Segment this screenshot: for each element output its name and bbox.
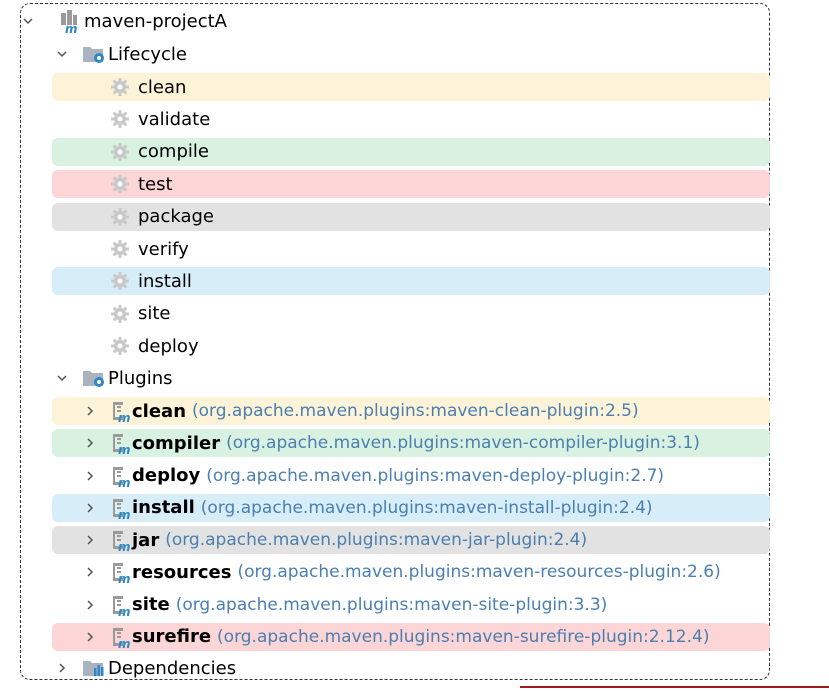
plugins-label: Plugins (108, 367, 173, 389)
lifecycle-item-test[interactable]: test (0, 168, 770, 200)
chevron-right-icon[interactable] (82, 556, 98, 588)
root-label: maven-projectA (84, 10, 227, 32)
lifecycle-item-label: deploy (138, 335, 199, 357)
lifecycle-item-label: compile (138, 141, 209, 163)
divider-line (520, 686, 829, 688)
chevron-down-icon[interactable] (54, 362, 70, 394)
chevron-right-icon[interactable] (82, 589, 98, 621)
lifecycle-item-validate[interactable]: validate (0, 103, 770, 135)
chevron-right-icon[interactable] (82, 427, 98, 459)
plugin-coordinates: (org.apache.maven.plugins:maven-resource… (237, 562, 721, 583)
plugin-name: site (132, 594, 170, 615)
plugin-item-surefire[interactable]: surefire (org.apache.maven.plugins:maven-… (0, 621, 770, 653)
tree-node-root[interactable]: maven-projectA (0, 5, 770, 37)
lifecycle-item-label: install (138, 270, 192, 292)
plugin-coordinates: (org.apache.maven.plugins:maven-deploy-p… (206, 465, 665, 486)
plugin-name: jar (132, 529, 160, 551)
plugin-item-site[interactable]: site (org.apache.maven.plugins:maven-site… (0, 589, 770, 621)
plugin-item-jar[interactable]: jar (org.apache.maven.plugins:maven-jar-p… (0, 524, 770, 556)
chevron-right-icon[interactable] (82, 524, 98, 556)
gear-icon (110, 336, 130, 356)
plugin-name: clean (132, 400, 187, 422)
plugin-item-install[interactable]: install (org.apache.maven.plugins:maven-i… (0, 492, 770, 524)
plugin-coordinates: (org.apache.maven.plugins:maven-compiler… (226, 433, 700, 454)
chevron-down-icon[interactable] (54, 38, 70, 70)
gear-icon (110, 239, 130, 259)
chevron-right-icon[interactable] (82, 395, 98, 427)
tree-node-plugins[interactable]: Plugins (0, 362, 770, 394)
lifecycle-item-label: package (138, 206, 214, 228)
lifecycle-label: Lifecycle (108, 43, 187, 65)
lifecycle-folder-icon (82, 44, 106, 64)
plugin-coordinates: (org.apache.maven.plugins:maven-install-… (200, 497, 653, 518)
plugin-coordinates: (org.apache.maven.plugins:maven-surefire… (217, 626, 710, 647)
maven-plugin-icon (108, 593, 130, 617)
plugin-coordinates: (org.apache.maven.plugins:maven-clean-pl… (192, 401, 639, 421)
plugin-coordinates: (org.apache.maven.plugins:maven-site-plu… (175, 594, 608, 615)
lifecycle-item-package[interactable]: package (0, 201, 770, 233)
maven-plugin-icon (108, 560, 130, 584)
plugin-name: install (132, 497, 195, 519)
chevron-right-icon[interactable] (82, 492, 98, 524)
maven-plugin-icon (108, 464, 130, 488)
gear-icon (110, 271, 130, 291)
chevron-right-icon[interactable] (54, 652, 70, 684)
plugin-name: compiler (132, 432, 221, 454)
maven-plugin-icon (108, 399, 130, 423)
plugin-item-compiler[interactable]: compiler (org.apache.maven.plugins:maven-… (0, 427, 770, 459)
maven-module-icon (58, 9, 80, 33)
plugin-coordinates: (org.apache.maven.plugins:maven-jar-plug… (165, 530, 588, 550)
lifecycle-item-clean[interactable]: clean (0, 71, 770, 103)
gear-icon (110, 304, 130, 324)
gear-icon (110, 109, 130, 129)
lifecycle-item-verify[interactable]: verify (0, 233, 770, 265)
maven-plugin-icon (108, 496, 130, 520)
maven-plugin-icon (108, 431, 130, 455)
maven-plugin-icon (108, 528, 130, 552)
chevron-right-icon[interactable] (82, 460, 98, 492)
chevron-down-icon[interactable] (20, 5, 36, 37)
plugin-item-clean[interactable]: clean (org.apache.maven.plugins:maven-cle… (0, 395, 770, 427)
plugins-folder-icon (82, 368, 106, 388)
plugin-name: deploy (132, 465, 201, 486)
plugin-name: resources (132, 561, 232, 583)
lifecycle-item-install[interactable]: install (0, 265, 770, 297)
gear-icon (110, 207, 130, 227)
lifecycle-item-label: clean (138, 76, 187, 98)
plugin-name: surefire (132, 626, 212, 648)
dependencies-folder-icon (82, 658, 106, 678)
gear-icon (110, 174, 130, 194)
plugin-item-resources[interactable]: resources (org.apache.maven.plugins:maven… (0, 556, 770, 588)
lifecycle-item-compile[interactable]: compile (0, 136, 770, 168)
lifecycle-item-label: test (138, 173, 173, 195)
lifecycle-item-label: validate (138, 108, 211, 130)
gear-icon (110, 142, 130, 162)
chevron-right-icon[interactable] (82, 621, 98, 653)
tree-node-dependencies[interactable]: Dependencies (0, 652, 770, 684)
tree-node-lifecycle[interactable]: Lifecycle (0, 38, 770, 70)
lifecycle-item-site[interactable]: site (0, 298, 770, 330)
gear-icon (110, 77, 130, 97)
dependencies-label: Dependencies (108, 657, 237, 679)
lifecycle-item-label: site (138, 303, 171, 325)
lifecycle-item-label: verify (138, 238, 189, 260)
maven-plugin-icon (108, 625, 130, 649)
lifecycle-item-deploy[interactable]: deploy (0, 330, 770, 362)
plugin-item-deploy[interactable]: deploy (org.apache.maven.plugins:maven-de… (0, 460, 770, 492)
